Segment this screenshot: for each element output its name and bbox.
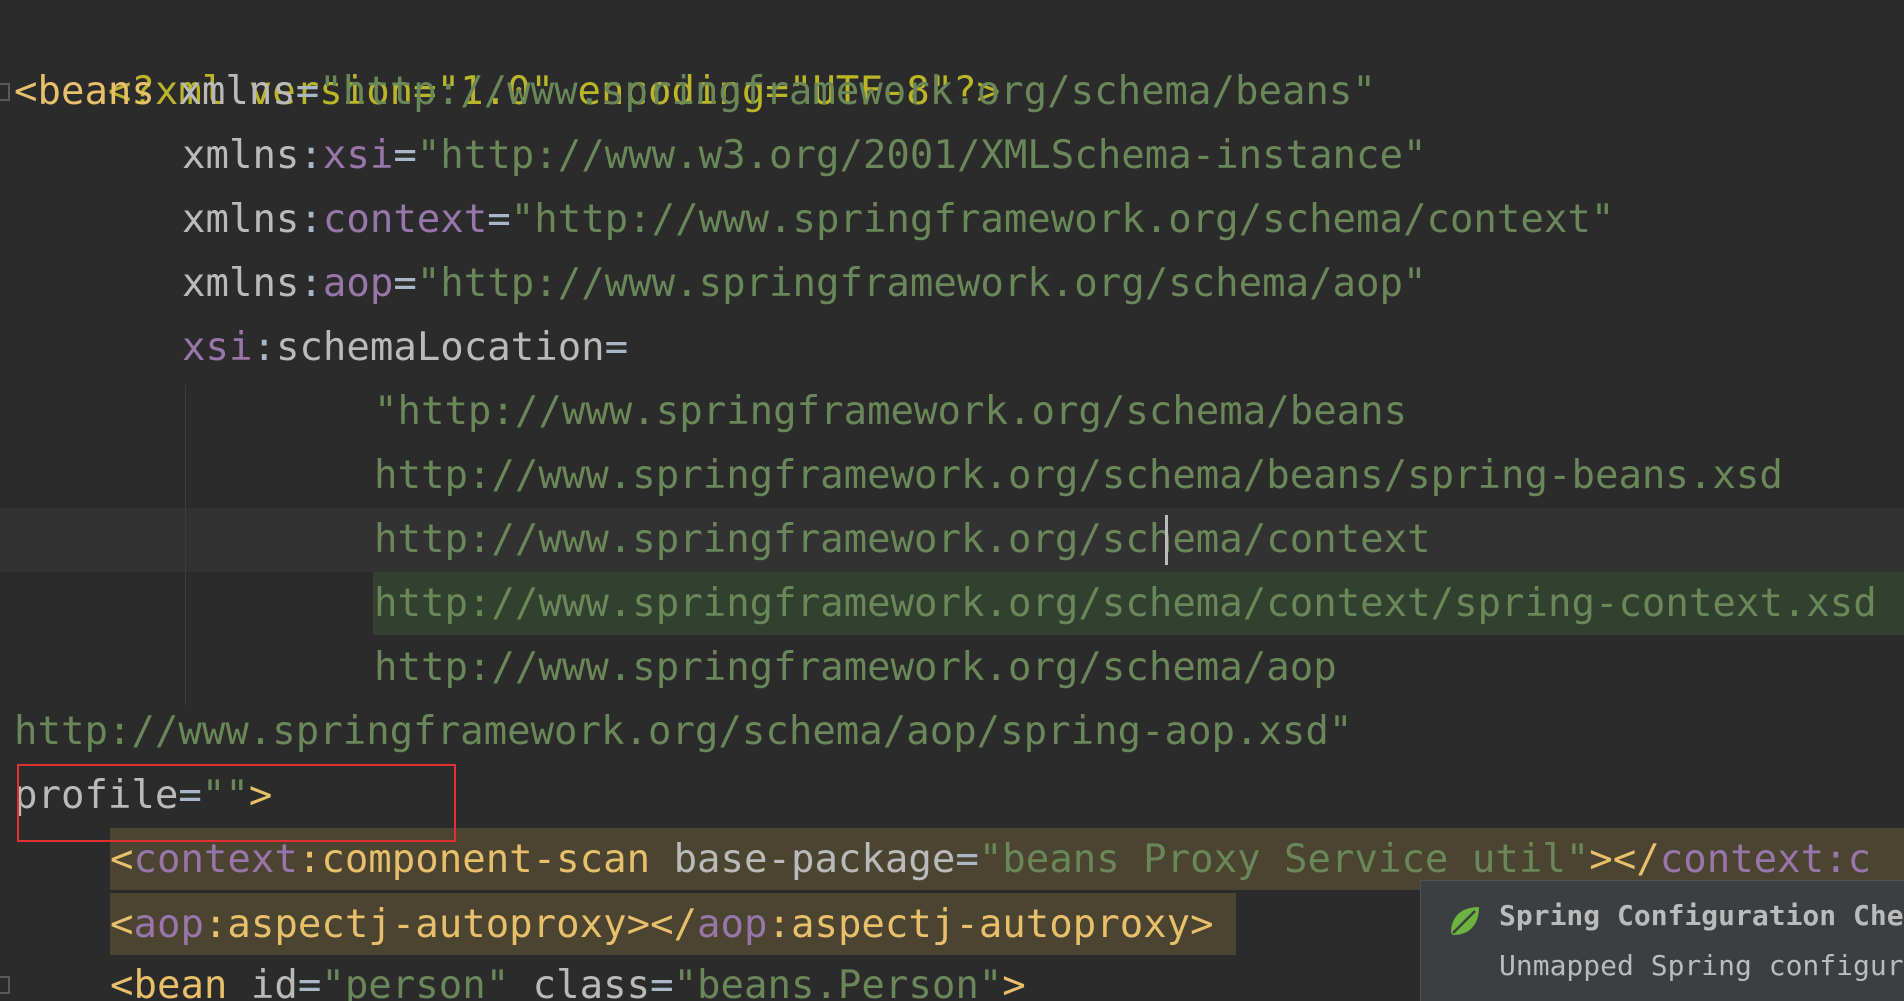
schema-line-1: "http://www.springframework.org/schema/b… bbox=[374, 389, 1408, 434]
code-line-3: xmlns:xsi="http://www.w3.org/2001/XMLSch… bbox=[182, 124, 1426, 188]
xmlns-prefix: xmlns bbox=[182, 133, 300, 178]
aop-namespace: aop bbox=[133, 902, 204, 947]
equals-sign: = bbox=[955, 837, 979, 882]
aop-namespace: aop bbox=[322, 261, 394, 306]
open-bracket: < bbox=[110, 902, 134, 947]
xsi-namespace: xsi bbox=[182, 325, 253, 370]
aspectj-close-tag: aspectj-autoproxy bbox=[790, 902, 1191, 947]
text-caret bbox=[1165, 515, 1168, 565]
equals-sign: = bbox=[297, 963, 322, 1001]
open-bracket: < bbox=[110, 837, 134, 882]
code-line-2: <beans xmlns="http://www.springframework… bbox=[14, 60, 1376, 124]
indent-guide bbox=[185, 385, 186, 705]
equals-sign: = bbox=[295, 69, 320, 114]
code-line-aspectj: <aop:aspectj-autoproxy></aop:aspectj-aut… bbox=[110, 893, 1214, 957]
equals-sign: = bbox=[393, 261, 417, 306]
schema-line-2: http://www.springframework.org/schema/be… bbox=[374, 453, 1783, 498]
schema-line-4: http://www.springframework.org/schema/co… bbox=[374, 581, 1877, 626]
equals-sign: = bbox=[487, 197, 511, 242]
beans-open-tag: <beans bbox=[14, 69, 155, 114]
xsi-value: "http://www.w3.org/2001/XMLSchema-instan… bbox=[416, 133, 1427, 178]
xmlns-prefix: xmlns bbox=[182, 197, 300, 242]
colon: : bbox=[297, 837, 322, 882]
colon: : bbox=[767, 902, 791, 947]
close-tag-bracket: ></ bbox=[1589, 837, 1660, 882]
schema-line-5: http://www.springframework.org/schema/ao… bbox=[374, 645, 1337, 690]
context-namespace: context bbox=[322, 197, 488, 242]
schema-location-attribute: schemaLocation bbox=[275, 325, 605, 370]
equals-sign: = bbox=[604, 325, 629, 370]
base-package-value: "beans Proxy Service util" bbox=[978, 837, 1590, 882]
notification-text: Unmapped Spring configuration bbox=[1499, 949, 1904, 982]
fold-marker-icon[interactable] bbox=[0, 976, 10, 994]
xmlns-prefix: xmlns bbox=[182, 261, 300, 306]
close-bracket: > bbox=[1190, 902, 1214, 947]
close-open-bracket: ></ bbox=[626, 902, 698, 947]
spring-leaf-icon bbox=[1451, 907, 1479, 935]
xmlns-value: "http://www.springframework.org/schema/b… bbox=[319, 69, 1376, 114]
code-line-4: xmlns:context="http://www.springframewor… bbox=[182, 188, 1614, 252]
code-editor[interactable]: <?xml version="1.0" encoding="UTF-8"?> <… bbox=[0, 0, 1904, 1001]
schema-line-3: http://www.springframework.org/schema/co… bbox=[374, 517, 1431, 562]
equals-sign: = bbox=[393, 133, 417, 178]
bean-id-attribute: id bbox=[250, 963, 298, 1001]
context-value: "http://www.springframework.org/schema/c… bbox=[510, 197, 1615, 242]
context-namespace: context bbox=[133, 837, 298, 882]
component-scan-tag: component-scan bbox=[321, 837, 651, 882]
code-line-1: <?xml version="1.0" encoding="UTF-8"?> bbox=[14, 0, 1000, 114]
code-line-bean: <bean id="person" class="beans.Person"> bbox=[110, 954, 1026, 1001]
aop-namespace: aop bbox=[697, 902, 768, 947]
aspectj-tag: aspectj-autoproxy bbox=[227, 902, 627, 947]
fold-marker-icon[interactable] bbox=[0, 83, 10, 101]
bean-open-tag: <bean bbox=[110, 963, 228, 1001]
notification-title: Spring Configuration Check bbox=[1499, 899, 1904, 932]
bean-id-value: "person" bbox=[321, 963, 510, 1001]
context-close-tail: context:c bbox=[1659, 837, 1872, 882]
base-package-attribute: base-package bbox=[673, 837, 956, 882]
colon: : bbox=[299, 197, 323, 242]
bean-class-value: "beans.Person" bbox=[673, 963, 1003, 1001]
close-bracket: > bbox=[1002, 963, 1026, 1001]
code-line-6: xsi:schemaLocation= bbox=[182, 316, 628, 380]
aop-value: "http://www.springframework.org/schema/a… bbox=[416, 261, 1427, 306]
bean-class-attribute: class bbox=[532, 963, 651, 1001]
code-line-5: xmlns:aop="http://www.springframework.or… bbox=[182, 252, 1426, 316]
xsi-namespace: xsi bbox=[322, 133, 394, 178]
colon: : bbox=[252, 325, 276, 370]
colon: : bbox=[299, 261, 323, 306]
colon: : bbox=[203, 902, 228, 947]
spring-config-notification[interactable]: Spring Configuration Check Unmapped Spri… bbox=[1420, 880, 1904, 1001]
equals-sign: = bbox=[650, 963, 674, 1001]
schema-line-6: http://www.springframework.org/schema/ao… bbox=[14, 709, 1353, 754]
xmlns-attribute: xmlns bbox=[178, 69, 296, 114]
colon: : bbox=[299, 133, 323, 178]
